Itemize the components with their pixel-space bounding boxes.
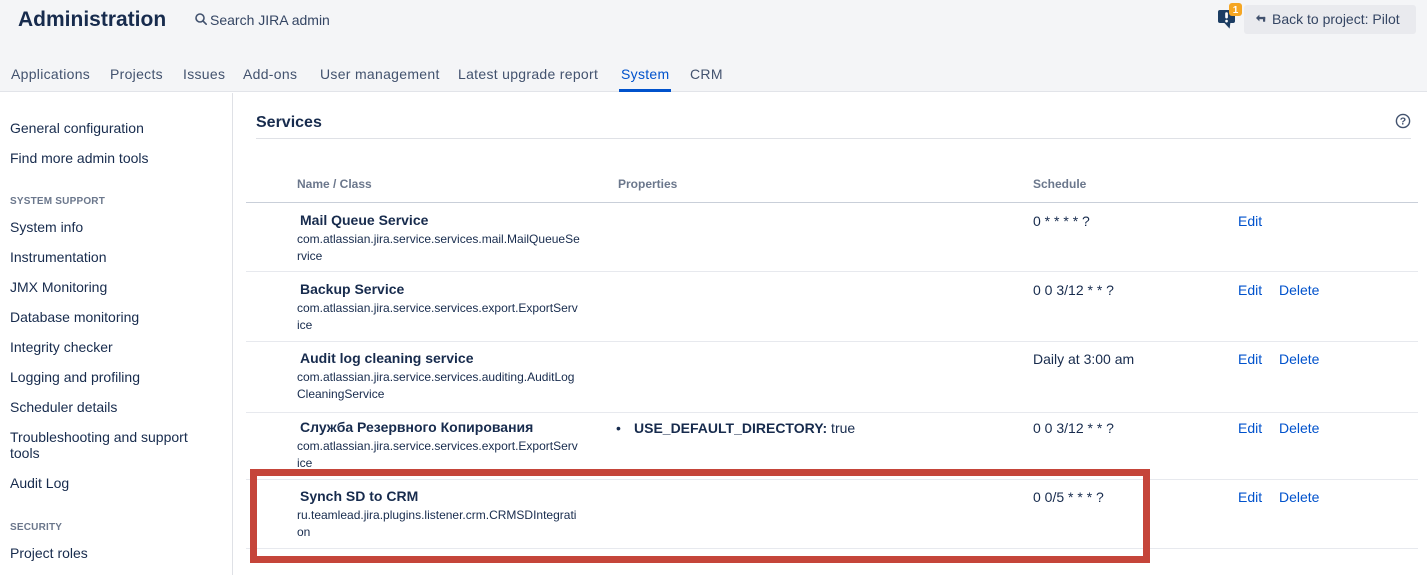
svg-text:?: ? (1400, 116, 1406, 128)
svg-text:1: 1 (1233, 5, 1239, 16)
